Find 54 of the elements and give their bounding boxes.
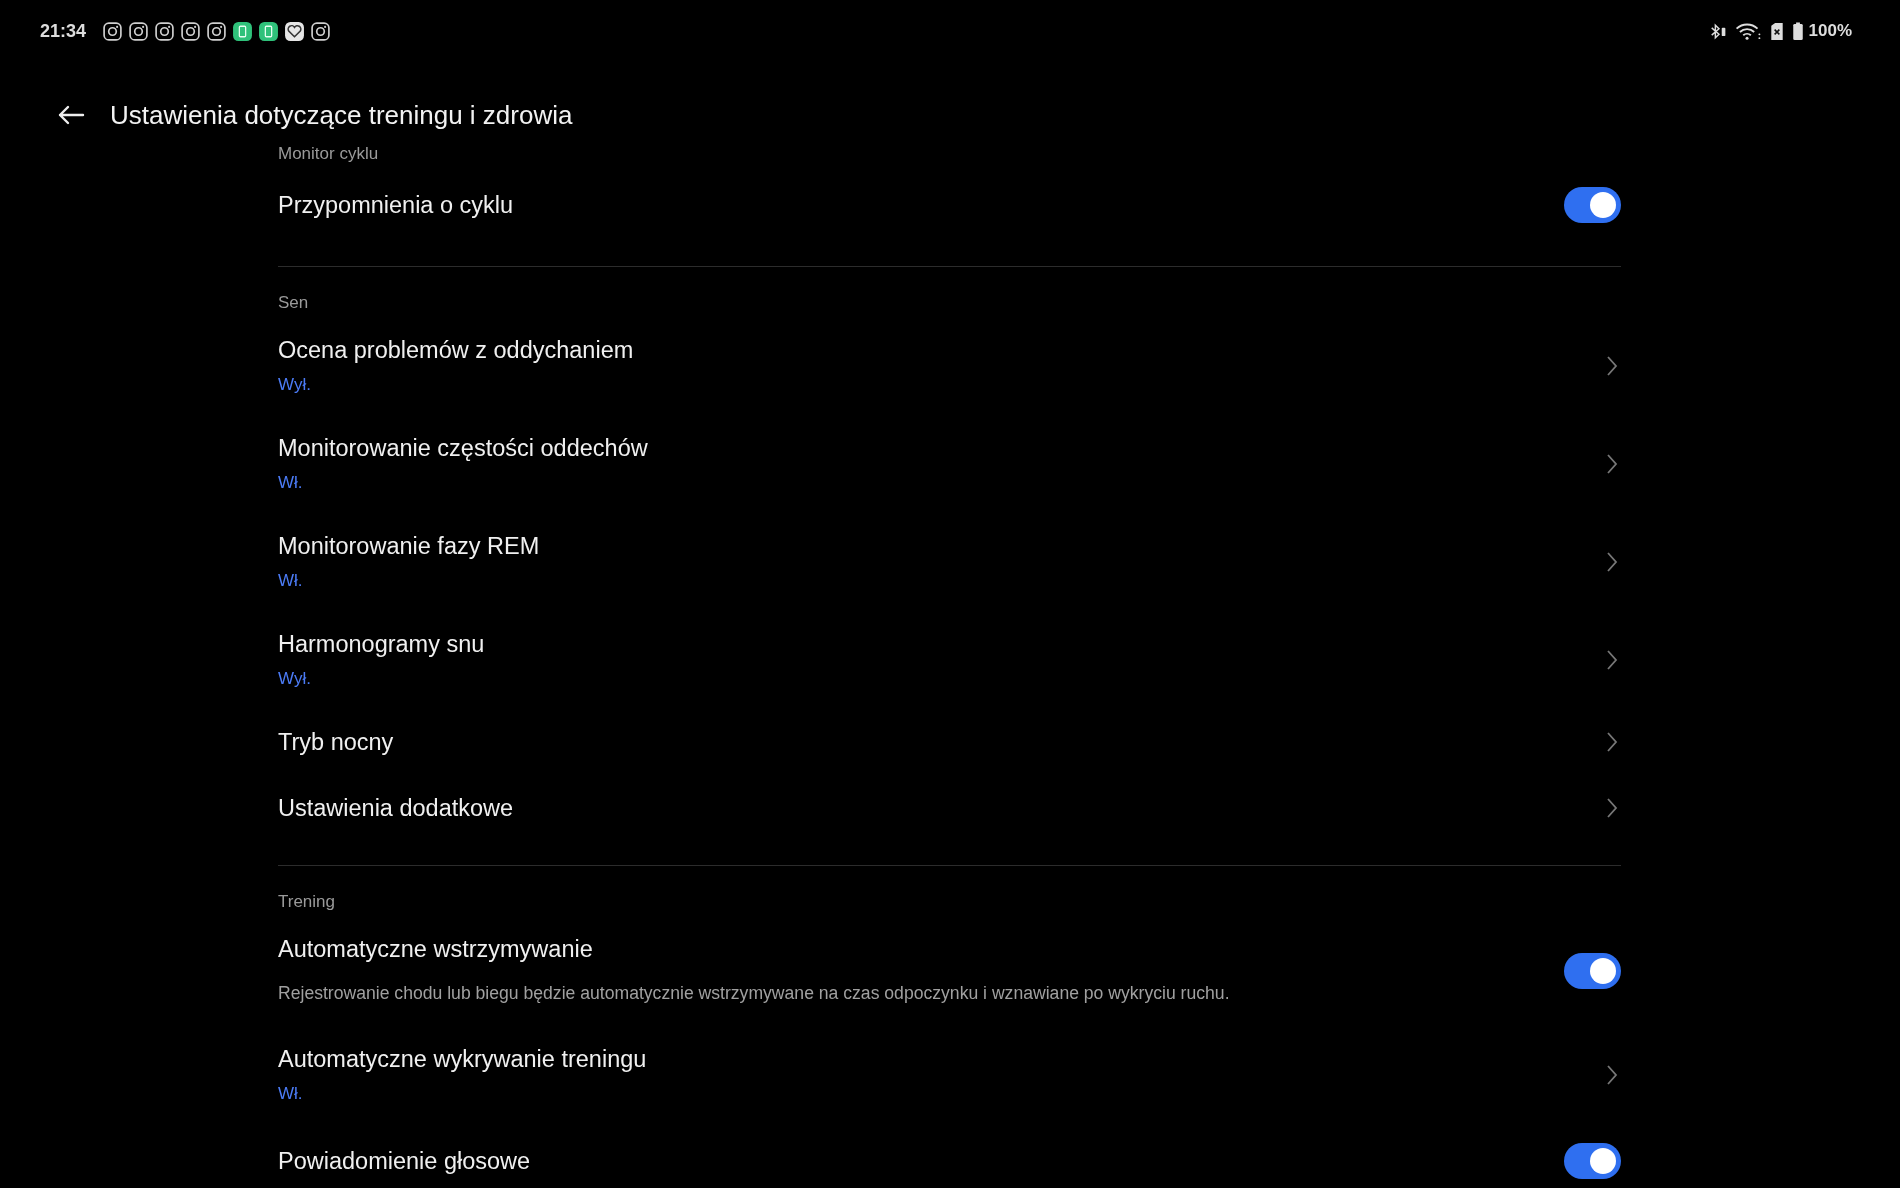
chevron-right-icon [1606, 1064, 1618, 1086]
back-arrow-icon[interactable] [56, 103, 86, 127]
toggle-switch[interactable] [1564, 187, 1621, 223]
setting-value: Wł. [278, 570, 304, 592]
chevron-right-icon [1606, 649, 1618, 671]
chevron-right-icon [1606, 453, 1618, 475]
wifi-icon [1733, 21, 1762, 41]
battery-app-icon [232, 20, 254, 42]
setting-title: Monitorowanie fazy REM [278, 532, 541, 560]
camera-app-icon [180, 20, 202, 42]
battery-icon [1791, 21, 1804, 41]
camera-app-icon [310, 20, 332, 42]
camera-app-icon [206, 20, 228, 42]
setting-title: Przypomnienia o cyklu [278, 191, 515, 219]
setting-value: Wł. [278, 1083, 304, 1105]
section-label: Sen [278, 292, 310, 314]
setting-title: Monitorowanie częstości oddechów [278, 434, 649, 462]
setting-title: Automatyczne wykrywanie treningu [278, 1045, 648, 1073]
setting-row[interactable]: Monitorowanie częstości oddechów Wł. [278, 415, 1621, 513]
toggle-switch[interactable] [1564, 1143, 1621, 1179]
setting-row[interactable]: Harmonogramy snu Wył. [278, 611, 1621, 709]
setting-title: Tryb nocny [278, 728, 395, 756]
setting-value: Wył. [278, 668, 312, 690]
setting-row[interactable]: Ustawienia dodatkowe [278, 775, 1621, 841]
setting-row[interactable]: Tryb nocny [278, 709, 1621, 775]
section-label: Trening [278, 891, 336, 913]
setting-title: Automatyczne wstrzymywanie [278, 935, 594, 963]
camera-app-icon [128, 20, 150, 42]
setting-title: Harmonogramy snu [278, 630, 486, 658]
page-title: Ustawienia dotyczące treningu i zdrowia [110, 99, 573, 131]
setting-description: Rejestrowanie chodu lub biegu będzie automatycznie wstrzymywane na czas odpoczynku i wznawiane po wykryciu ruchu. [278, 982, 1231, 1005]
camera-app-icon [154, 20, 176, 42]
setting-row[interactable]: Automatyczne wstrzymywanie Rejestrowanie chodu lub biegu będzie automatycznie wstrzymywane na czas odpoczynku i wznawiane po wykryciu ruchu. [278, 916, 1621, 1026]
heart-app-icon [284, 20, 306, 42]
setting-title: Powiadomienie głosowe [278, 1147, 532, 1175]
toggle-switch[interactable] [1564, 953, 1621, 989]
setting-row[interactable]: Ocena problemów z oddychaniem Wył. [278, 317, 1621, 415]
battery-app-icon [258, 20, 280, 42]
chevron-right-icon [1606, 731, 1618, 753]
status-time: 21:34 [40, 20, 87, 42]
setting-title: Ocena problemów z oddychaniem [278, 336, 635, 364]
setting-row[interactable]: Monitorowanie fazy REM Wł. [278, 513, 1621, 611]
chevron-right-icon [1606, 551, 1618, 573]
setting-row[interactable]: Automatyczne wykrywanie treningu Wł. [278, 1026, 1621, 1124]
chevron-right-icon [1606, 355, 1618, 377]
setting-row[interactable]: Powiadomienie głosowe [278, 1124, 1621, 1188]
chevron-right-icon [1606, 797, 1618, 819]
camera-app-icon [102, 20, 124, 42]
section-label: Monitor cyklu [278, 144, 380, 165]
setting-value: Wł. [278, 472, 304, 494]
battery-percent: 100% [1808, 21, 1852, 41]
setting-value: Wył. [278, 374, 312, 396]
setting-title: Ustawienia dodatkowe [278, 794, 515, 822]
setting-row[interactable]: Przypomnienia o cyklu [278, 168, 1621, 242]
